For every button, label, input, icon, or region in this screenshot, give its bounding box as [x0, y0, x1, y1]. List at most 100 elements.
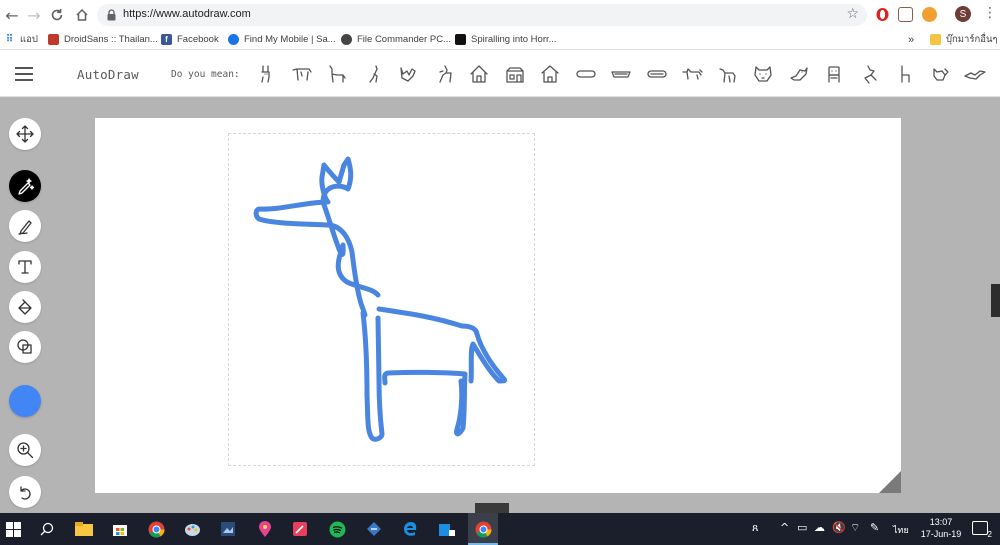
robot-icon[interactable]	[822, 63, 846, 85]
maps-pin-icon[interactable]	[255, 519, 275, 539]
autodraw-icon	[18, 178, 35, 195]
squirrel-icon[interactable]	[396, 63, 420, 85]
people-icon[interactable]: ጸ	[752, 521, 758, 535]
deer-standing-icon[interactable]	[858, 63, 882, 85]
fill-tool-button[interactable]	[9, 291, 41, 323]
zoom-in-icon	[17, 442, 34, 459]
clock-time: 13:07	[929, 517, 953, 527]
file-explorer-icon[interactable]	[74, 519, 94, 539]
autodraw-header: AutoDraw Do you mean:	[0, 51, 1000, 97]
volume-muted-icon[interactable]: 🔇	[832, 521, 846, 534]
bookmark-facebook[interactable]: f Facebook	[161, 32, 219, 47]
shapes-icon	[17, 339, 32, 354]
spotify-icon[interactable]	[327, 519, 347, 539]
vpn-app-icon[interactable]	[364, 519, 384, 539]
undo-tool-button[interactable]	[9, 476, 41, 508]
chrome-active-icon[interactable]	[473, 519, 493, 539]
photo-app-icon[interactable]	[218, 519, 238, 539]
windows-start-icon[interactable]	[3, 519, 23, 539]
wifi-icon[interactable]: ⌔	[850, 521, 860, 535]
chair-icon[interactable]	[893, 63, 917, 85]
autodraw-tool-button[interactable]	[9, 170, 41, 202]
bookmark-filecommander[interactable]: File Commander PC...	[341, 32, 451, 47]
home-icon[interactable]	[72, 5, 92, 25]
deer-icon[interactable]	[432, 63, 456, 85]
birdhouse-icon[interactable]	[538, 63, 562, 85]
giraffe-small-icon[interactable]	[361, 63, 385, 85]
screen-extension-icon[interactable]	[898, 7, 913, 22]
hamburger-menu-icon[interactable]	[15, 67, 33, 81]
resize-handle-icon[interactable]	[879, 471, 901, 493]
clock-date: 17-Jun-19	[920, 529, 962, 539]
clock[interactable]: 13:07 17-Jun-19	[912, 516, 970, 540]
bookmark-label: Spiralling into Horr...	[471, 34, 557, 45]
task-view-icon[interactable]	[436, 519, 456, 539]
opera-extension-icon[interactable]	[875, 7, 890, 22]
windows-taskbar: ጸ ^ ▭ ☁ 🔇 ⌔ ✎ ไทย 13:07 17-Jun-19 2	[0, 513, 1000, 545]
onedrive-icon[interactable]: ☁	[814, 521, 825, 534]
bookmark-star-icon[interactable]: ☆	[846, 6, 859, 22]
bookmark-spiralling[interactable]: Spiralling into Horr...	[455, 32, 557, 47]
reload-icon[interactable]	[47, 5, 67, 25]
app-logo: AutoDraw	[77, 67, 139, 82]
store-icon[interactable]	[110, 519, 130, 539]
bookmark-apps[interactable]: ⠿ แอป	[4, 32, 38, 47]
folder-icon	[930, 34, 941, 45]
barn-icon[interactable]	[503, 63, 527, 85]
bird-flying-icon[interactable]	[963, 63, 987, 85]
vertical-scrollbar-thumb[interactable]	[991, 284, 1000, 317]
zoom-tool-button[interactable]	[9, 434, 41, 466]
giraffe-head-stroke	[253, 156, 381, 318]
back-icon[interactable]: ←	[2, 5, 22, 25]
show-hidden-icons[interactable]: ^	[780, 521, 789, 534]
battery-icon[interactable]: ▭	[797, 521, 807, 534]
sketch-app-icon[interactable]	[290, 519, 310, 539]
bookmark-droidsans[interactable]: DroidSans :: Thailan...	[48, 32, 158, 47]
shape-tool-button[interactable]	[9, 331, 41, 363]
bookmarks-bar: ⠿ แอป DroidSans :: Thailan... f Facebook…	[0, 29, 1000, 50]
move-tool-button[interactable]	[9, 118, 41, 150]
undo-icon	[20, 486, 31, 500]
profile-avatar[interactable]: S	[955, 6, 971, 22]
forward-icon[interactable]: →	[24, 5, 44, 25]
address-bar[interactable]: https://www.autodraw.com ☆	[97, 4, 867, 26]
samsung-icon	[228, 34, 239, 45]
house-icon[interactable]	[467, 63, 491, 85]
suggestions-label: Do you mean:	[171, 69, 240, 80]
horizontal-scrollbar-thumb[interactable]	[475, 503, 509, 513]
more-bookmarks-button[interactable]: »	[908, 32, 914, 47]
text-tool-button[interactable]	[9, 251, 41, 283]
menu-kebab-icon[interactable]: ⋮	[983, 5, 997, 21]
chrome-icon[interactable]	[146, 519, 166, 539]
dog-icon[interactable]	[680, 63, 704, 85]
paint-icon[interactable]	[182, 519, 202, 539]
lock-icon	[107, 9, 116, 21]
bookmark-findmymobile[interactable]: Find My Mobile | Sa...	[228, 32, 336, 47]
language-indicator[interactable]: ไทย	[893, 523, 909, 537]
rabbit-icon[interactable]	[254, 63, 278, 85]
droidsans-icon	[48, 34, 59, 45]
drawing-canvas[interactable]	[95, 118, 901, 493]
sheep-icon[interactable]	[716, 63, 740, 85]
bookmark-label: Facebook	[177, 34, 219, 45]
dog-face-icon[interactable]	[751, 63, 775, 85]
hotdog-icon[interactable]	[574, 63, 598, 85]
draw-tool-button[interactable]	[9, 210, 41, 242]
tray-icon[interactable]	[609, 63, 633, 85]
dish-icon[interactable]	[645, 63, 669, 85]
cookie-extension-icon[interactable]	[922, 7, 937, 22]
cat-icon[interactable]	[929, 63, 953, 85]
search-icon[interactable]	[37, 519, 57, 539]
llama-icon[interactable]	[325, 63, 349, 85]
color-picker-button[interactable]	[9, 385, 41, 417]
giraffe-drawing[interactable]	[95, 118, 901, 493]
bookmark-other[interactable]: บุ๊กมาร์กอื่นๆ	[930, 32, 998, 47]
pen-icon[interactable]: ✎	[870, 521, 879, 534]
bird-icon[interactable]	[787, 63, 811, 85]
edge-icon[interactable]	[400, 519, 420, 539]
move-icon	[16, 125, 34, 143]
giraffe-front-leg-stroke	[360, 310, 385, 442]
horse-icon[interactable]	[290, 63, 314, 85]
apps-grid-icon: ⠿	[5, 34, 14, 45]
notification-center-icon[interactable]: 2	[972, 521, 992, 539]
